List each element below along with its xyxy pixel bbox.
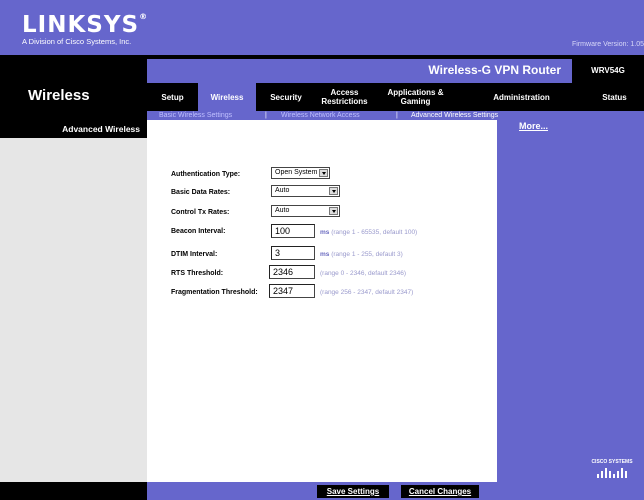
more-link[interactable]: More... [519, 121, 548, 131]
subnav-advanced-wireless[interactable]: Advanced Wireless Settings [411, 111, 498, 120]
main-tabs: Setup Wireless Security Access Restricti… [147, 83, 644, 111]
cisco-bridge-icon [597, 468, 627, 478]
logo-subtitle: A Division of Cisco Systems, Inc. [22, 37, 132, 46]
subnav-basic-wireless[interactable]: Basic Wireless Settings [159, 111, 232, 120]
beacon-interval-label: Beacon Interval: [171, 228, 226, 235]
chevron-down-icon [329, 207, 338, 215]
tab-wireless[interactable]: Wireless [198, 83, 256, 111]
model-number: WRV54G [572, 59, 644, 83]
linksys-logo: LINKSYS® [22, 12, 149, 38]
tab-applications-gaming[interactable]: Applications & Gaming [373, 83, 458, 111]
tab-access-restrictions[interactable]: Access Restrictions [316, 83, 373, 111]
rts-threshold-label: RTS Threshold: [171, 270, 224, 277]
save-settings-button[interactable]: Save Settings [317, 485, 389, 498]
basic-data-rates-select[interactable]: Auto [271, 185, 340, 197]
fragmentation-threshold-input[interactable]: 2347 [269, 284, 315, 298]
product-bar: Wireless-G VPN Router WRV54G [147, 59, 644, 83]
rts-threshold-input[interactable]: 2346 [269, 265, 315, 279]
product-name: Wireless-G VPN Router [428, 63, 561, 77]
control-tx-rates-select[interactable]: Auto [271, 205, 340, 217]
header-banner: LINKSYS® A Division of Cisco Systems, In… [0, 0, 644, 55]
left-sidebar [0, 118, 147, 500]
right-sidebar [497, 118, 644, 500]
firmware-version: Firmware Version: 1.05 [572, 41, 644, 48]
subnav-wireless-access[interactable]: Wireless Network Access [281, 111, 360, 120]
beacon-interval-hint: ms (range 1 - 65535, default 100) [320, 229, 418, 236]
fragmentation-threshold-label: Fragmentation Threshold: [171, 289, 258, 296]
cancel-changes-button[interactable]: Cancel Changes [401, 485, 479, 498]
dtim-interval-hint: ms (range 1 - 255, default 3) [320, 251, 403, 258]
auth-type-select[interactable]: Open System [271, 167, 330, 179]
cisco-systems-logo: CISCO SYSTEMS [591, 459, 633, 479]
subnav-separator: | [396, 112, 398, 119]
subnav-separator: | [265, 112, 267, 119]
control-tx-rates-label: Control Tx Rates: [171, 209, 230, 216]
basic-data-rates-label: Basic Data Rates: [171, 189, 231, 196]
tab-administration[interactable]: Administration [458, 83, 585, 111]
tab-security[interactable]: Security [256, 83, 316, 111]
dtim-interval-input[interactable]: 3 [271, 246, 315, 260]
tab-status[interactable]: Status [585, 83, 644, 111]
tab-setup[interactable]: Setup [147, 83, 198, 111]
section-title: Wireless [28, 87, 90, 104]
dtim-interval-label: DTIM Interval: [171, 251, 218, 258]
chevron-down-icon [329, 187, 338, 195]
left-footer [0, 482, 147, 500]
rts-threshold-hint: (range 0 - 2346, default 2346) [320, 270, 407, 277]
chevron-down-icon [319, 169, 328, 177]
auth-type-label: Authentication Type: [171, 171, 241, 178]
beacon-interval-input[interactable]: 100 [271, 224, 315, 238]
fragmentation-threshold-hint: (range 256 - 2347, default 2347) [320, 289, 414, 296]
left-heading: Advanced Wireless [0, 118, 147, 138]
